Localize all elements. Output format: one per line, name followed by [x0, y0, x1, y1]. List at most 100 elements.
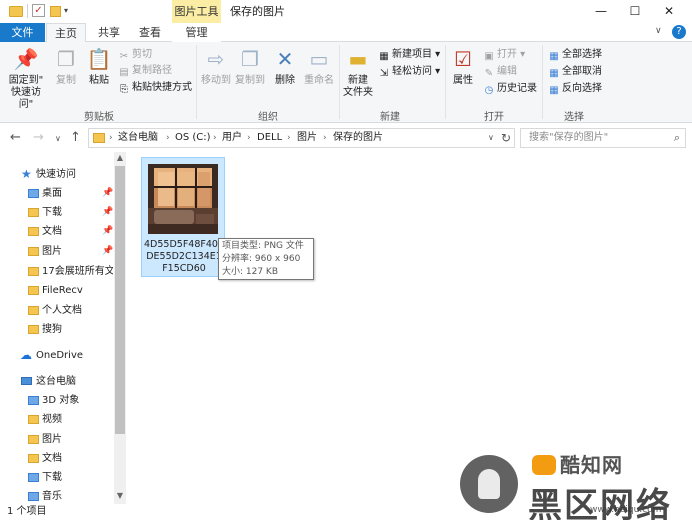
new-folder-button[interactable]: ▬ 新建 文件夹	[342, 46, 374, 99]
tab-home[interactable]: 主页	[46, 23, 86, 43]
organize-group-label: 组织	[258, 112, 278, 123]
tab-file[interactable]: 文件	[0, 23, 45, 42]
search-input[interactable]: 搜索"保存的图片" ⌕	[520, 128, 686, 148]
copy-button[interactable]: ❐ 复制	[52, 46, 80, 87]
watermark-url: www.heiqu.com	[590, 505, 662, 515]
rename-label: 重命名	[304, 75, 334, 86]
select-none-button[interactable]: ▦ 全部取消	[548, 65, 602, 80]
scroll-down-icon[interactable]: ▼	[114, 490, 126, 502]
scrollbar-thumb[interactable]	[115, 166, 125, 434]
search-icon: ⌕	[673, 131, 680, 144]
select-all-icon: ▦	[549, 51, 559, 62]
rename-button[interactable]: ▭ 重命名	[302, 46, 336, 87]
properties-button[interactable]: ☑ 属性	[448, 46, 478, 87]
paste-label: 粘贴	[89, 75, 109, 86]
tab-share[interactable]: 共享	[89, 23, 129, 42]
tab-manage[interactable]: 管理	[172, 23, 221, 42]
scroll-up-icon[interactable]: ▲	[114, 152, 126, 164]
recent-locations-chevron-icon[interactable]: ∨	[55, 134, 61, 143]
tab-view[interactable]: 查看	[130, 23, 170, 42]
search-placeholder: 搜索"保存的图片"	[529, 132, 609, 143]
new-item-icon: ▦	[379, 51, 389, 62]
breadcrumb-pictures[interactable]: 图片	[297, 129, 317, 147]
history-label: 历史记录	[497, 83, 537, 94]
new-item-button[interactable]: ▦ 新建项目 ▾	[378, 48, 440, 63]
nav-3d-objects[interactable]: 3D 对象	[0, 391, 113, 410]
breadcrumb-drive[interactable]: OS (C:)	[175, 129, 211, 147]
invert-selection-icon: ▦	[549, 85, 559, 96]
breadcrumb-users[interactable]: 用户	[222, 129, 242, 147]
pin-quick-access-button[interactable]: 📌 固定到" 快速访问"	[4, 46, 48, 111]
documents-folder-icon	[28, 454, 39, 463]
new-folder-icon: ▬	[348, 47, 368, 71]
tooltip-size: 大小: 127 KB	[222, 267, 279, 277]
nav-sougou[interactable]: 搜狗	[0, 320, 113, 339]
pin-icon[interactable]: 📌	[102, 203, 113, 222]
move-to-button[interactable]: ⇨ 移动到	[200, 46, 232, 87]
easy-access-icon: ⇲	[379, 68, 389, 79]
address-bar[interactable]: › 这台电脑 › OS (C:) › 用户 › DELL › 图片 › 保存的图…	[88, 128, 515, 148]
nav-downloads[interactable]: 下载 📌	[0, 203, 113, 222]
nav-quick-access-label: 快速访问	[36, 169, 76, 180]
nav-pictures-label: 图片	[42, 246, 62, 257]
paste-shortcut-label: 粘贴快捷方式	[132, 82, 192, 93]
address-dropdown-icon[interactable]: ∨	[488, 133, 494, 142]
nav-filerecv-label: FileRecv	[42, 285, 83, 296]
file-item[interactable]: 4D55D5F48F408DE55D2C134E1F15CD60	[141, 157, 225, 277]
copy-icon: ❐	[57, 47, 75, 71]
back-arrow-icon[interactable]: ←	[10, 130, 21, 145]
nav-pc-pictures[interactable]: 图片	[0, 430, 113, 449]
pin-icon[interactable]: 📌	[102, 242, 113, 261]
breadcrumb-saved-pictures[interactable]: 保存的图片	[333, 129, 383, 147]
chevron-down-icon[interactable]: ▾	[64, 6, 68, 20]
breadcrumb-separator: ›	[166, 133, 170, 143]
collapse-ribbon-icon[interactable]: ∨	[655, 26, 662, 36]
close-button[interactable]: ✕	[646, 0, 692, 23]
watermark-logo	[460, 455, 518, 513]
divider	[339, 45, 340, 119]
open-button[interactable]: ▣ 打开 ▾	[483, 48, 525, 63]
cut-button[interactable]: ✂ 剪切	[118, 48, 152, 63]
forward-arrow-icon[interactable]: →	[33, 130, 44, 145]
nav-pictures[interactable]: 图片 📌	[0, 242, 113, 261]
nav-videos[interactable]: 视频	[0, 410, 113, 429]
easy-access-button[interactable]: ⇲ 轻松访问 ▾	[378, 65, 440, 80]
properties-quick-icon[interactable]: ✓	[32, 4, 45, 17]
paste-shortcut-button[interactable]: ⎘ 粘贴快捷方式	[118, 81, 192, 96]
paste-button[interactable]: 📋 粘贴	[84, 46, 114, 87]
new-folder-quick-icon[interactable]	[50, 6, 61, 17]
pin-icon[interactable]: 📌	[102, 222, 113, 241]
nav-pc-documents[interactable]: 文档	[0, 449, 113, 468]
tooltip-dimensions: 分辨率: 960 x 960	[222, 254, 301, 264]
paste-shortcut-icon: ⎘	[120, 84, 128, 95]
nav-downloads-label: 下载	[42, 207, 62, 218]
nav-folder-17[interactable]: 17会展班所有文	[0, 262, 113, 281]
nav-onedrive[interactable]: ☁ OneDrive	[0, 346, 113, 365]
nav-filerecv[interactable]: FileRecv	[0, 281, 113, 300]
help-icon[interactable]: ?	[672, 25, 686, 39]
nav-this-pc[interactable]: 这台电脑	[0, 372, 113, 391]
select-all-label: 全部选择	[562, 49, 602, 60]
refresh-icon[interactable]: ↻	[501, 129, 511, 147]
pin-icon[interactable]: 📌	[102, 184, 113, 203]
easy-access-label: 轻松访问	[392, 66, 432, 77]
up-arrow-icon[interactable]: ↑	[70, 130, 81, 145]
breadcrumb-dell[interactable]: DELL	[257, 129, 282, 147]
select-all-button[interactable]: ▦ 全部选择	[548, 48, 602, 63]
edit-button[interactable]: ✎ 编辑	[483, 65, 517, 80]
breadcrumb-this-pc[interactable]: 这台电脑	[118, 129, 158, 147]
history-button[interactable]: ◷ 历史记录	[483, 82, 537, 97]
delete-button[interactable]: ✕ 删除	[270, 46, 300, 87]
copy-path-button[interactable]: ▤ 复制路径	[118, 64, 172, 79]
new-group-label: 新建	[380, 112, 400, 123]
nav-folder-17-label: 17会展班所有文	[42, 266, 113, 277]
nav-sougou-label: 搜狗	[42, 324, 62, 335]
nav-pc-downloads[interactable]: 下载	[0, 468, 113, 487]
invert-selection-button[interactable]: ▦ 反向选择	[548, 82, 602, 97]
nav-documents[interactable]: 文档 📌	[0, 222, 113, 241]
nav-desktop[interactable]: 桌面 📌	[0, 184, 113, 203]
nav-quick-access[interactable]: ★ 快速访问	[0, 165, 113, 184]
copy-to-button[interactable]: ❐ 复制到	[234, 46, 266, 87]
nav-personal-docs[interactable]: 个人文档	[0, 301, 113, 320]
nav-pc-pictures-label: 图片	[42, 434, 62, 445]
